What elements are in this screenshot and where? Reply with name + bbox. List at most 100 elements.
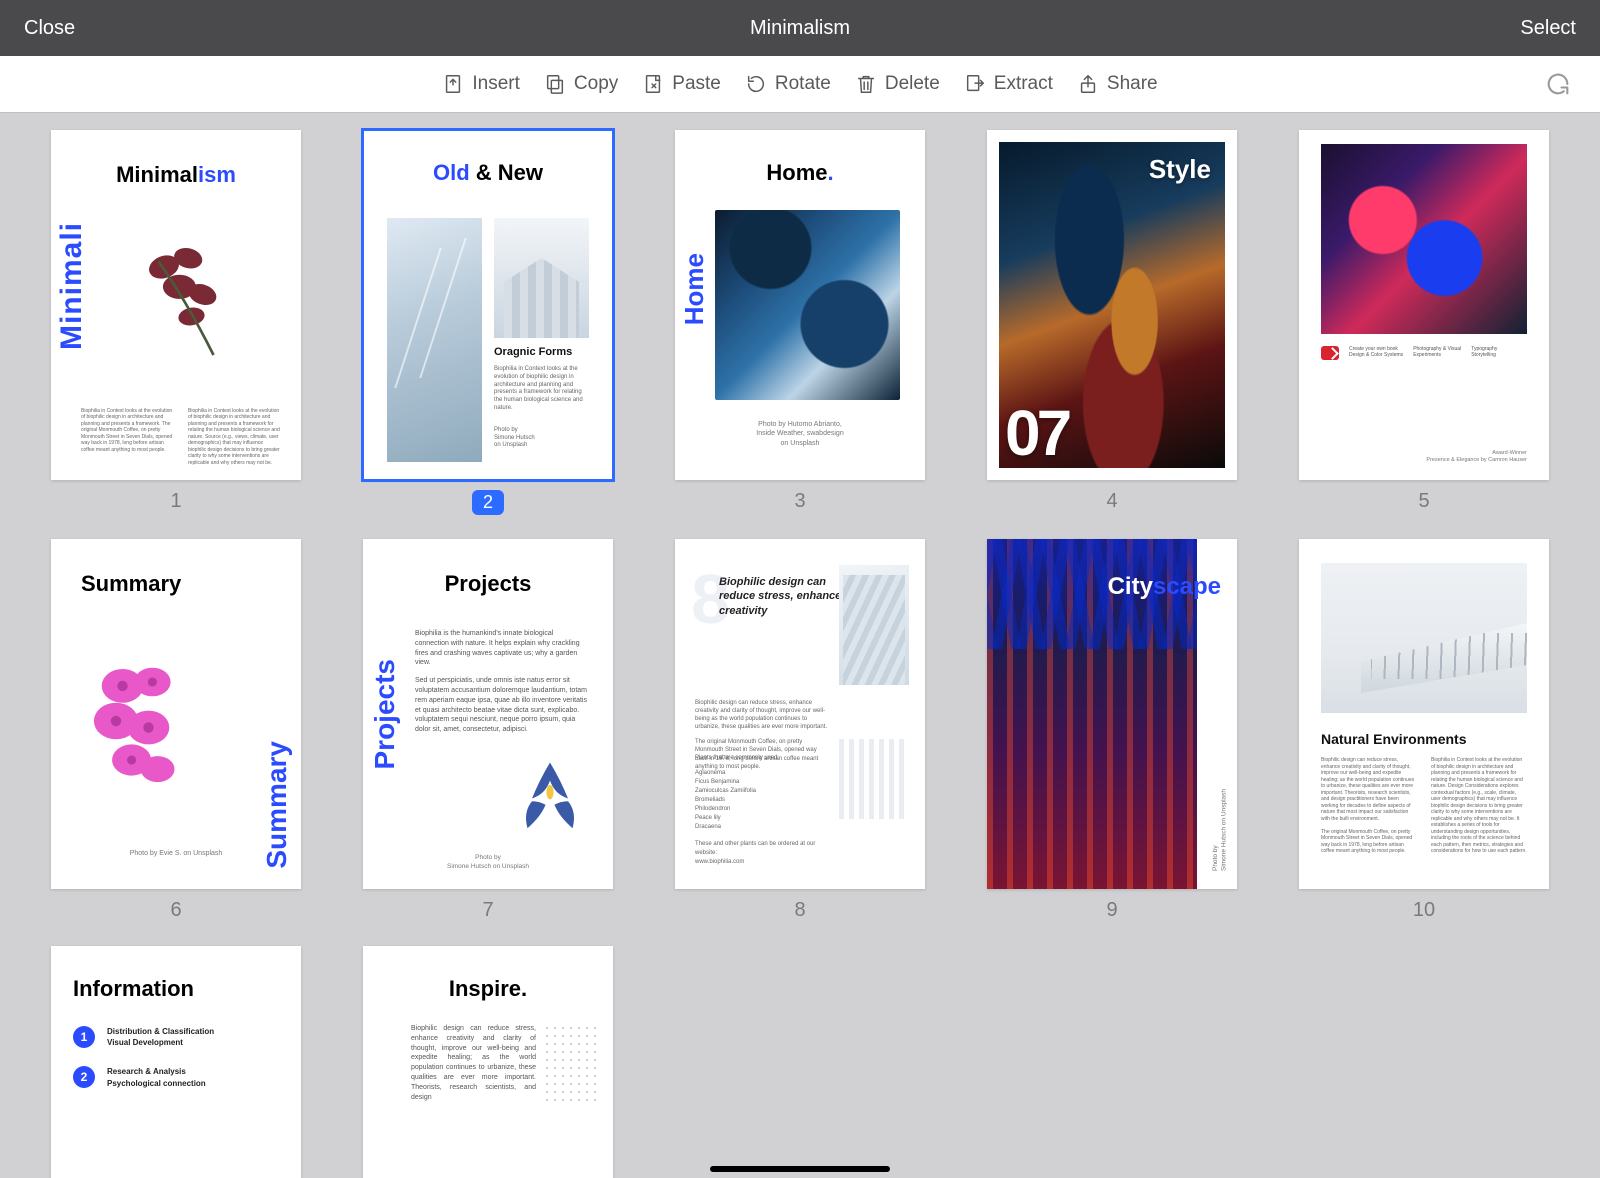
neon-abstract-image bbox=[1321, 144, 1527, 334]
share-button[interactable]: Share bbox=[1077, 73, 1158, 95]
undo-icon bbox=[1544, 70, 1572, 98]
info-row: Create your own book Design & Color Syst… bbox=[1321, 346, 1527, 360]
share-icon bbox=[1077, 73, 1099, 95]
page-cell-11: Information ation 1Distribution & Classi… bbox=[40, 946, 312, 1178]
paste-button[interactable]: Paste bbox=[642, 73, 721, 95]
abstract-image bbox=[715, 210, 900, 400]
description: Biophilia in Context looks at the evolut… bbox=[494, 366, 589, 413]
page-title: Inspire. bbox=[363, 976, 613, 1002]
page-thumbnail-6[interactable]: Summary Summary Photo by Evie S. on Unsp… bbox=[51, 539, 301, 889]
page-number-selected: 2 bbox=[472, 490, 504, 515]
rose-image bbox=[131, 230, 241, 370]
copy-icon bbox=[544, 73, 566, 95]
page-number: 4 bbox=[1106, 490, 1117, 513]
page-title: Minimalism bbox=[51, 162, 301, 188]
copy-button[interactable]: Copy bbox=[544, 73, 618, 95]
paste-label: Paste bbox=[672, 73, 721, 95]
orchid-image bbox=[77, 649, 207, 819]
page-title: Old & New bbox=[363, 160, 613, 186]
photo-credit: Photo by Simone Hutsch on Unsplash bbox=[363, 854, 613, 871]
page-cell-1: Minimalism Minimali Biophilia in Context… bbox=[40, 130, 312, 515]
subtitle: Oragnic Forms bbox=[494, 346, 589, 358]
architecture-image-right bbox=[494, 218, 589, 338]
share-label: Share bbox=[1107, 73, 1158, 95]
dot-pattern bbox=[543, 1024, 599, 1104]
plant-list: Plants that are commonly used: Aglaonema… bbox=[695, 754, 835, 867]
page-title: Summary bbox=[81, 571, 181, 597]
extract-label: Extract bbox=[994, 73, 1053, 95]
page-thumbnail-7[interactable]: Projects Projects Biophilia is the human… bbox=[363, 539, 613, 889]
page-big-number: 07 bbox=[1005, 396, 1068, 470]
insert-label: Insert bbox=[472, 73, 520, 95]
style-label: Style bbox=[1149, 154, 1211, 185]
toolbar: Insert Copy Paste Rotate Delete Extract … bbox=[0, 56, 1600, 112]
title-bar: Close Minimalism Select bbox=[0, 0, 1600, 56]
photo-credit: Photo by Simone Hutsch on Unsplash bbox=[494, 427, 589, 450]
page-cell-2: Old & New Oragnic Forms Biophilia in Con… bbox=[352, 130, 624, 515]
page-grid: Minimalism Minimali Biophilia in Context… bbox=[0, 112, 1600, 1178]
page-thumbnail-9[interactable]: Cityscape Photo by Simone Hutsch on Unsp… bbox=[987, 539, 1237, 889]
page-cell-4: Style 07 4 bbox=[976, 130, 1248, 515]
airplane-image bbox=[1321, 563, 1527, 713]
extract-icon bbox=[964, 73, 986, 95]
page-number: 10 bbox=[1413, 899, 1435, 922]
page-thumbnail-2[interactable]: Old & New Oragnic Forms Biophilia in Con… bbox=[363, 130, 613, 480]
page-cell-10: Natural Environments Biophilic design ca… bbox=[1288, 539, 1560, 922]
page-title: Information bbox=[73, 976, 194, 1002]
body-columns: Biophilia in Context looks at the evolut… bbox=[81, 408, 281, 467]
delete-button[interactable]: Delete bbox=[855, 73, 940, 95]
rotate-button[interactable]: Rotate bbox=[745, 73, 831, 95]
page-thumbnail-10[interactable]: Natural Environments Biophilic design ca… bbox=[1299, 539, 1549, 889]
caption: Award-Winner Presence & Elegance by Camr… bbox=[1426, 450, 1527, 464]
page-thumbnail-3[interactable]: Home. Home Photo by Hutomo Abrianto, Ins… bbox=[675, 130, 925, 480]
page-cell-9: Cityscape Photo by Simone Hutsch on Unsp… bbox=[976, 539, 1248, 922]
select-button[interactable]: Select bbox=[1520, 17, 1576, 40]
photo-credit: Photo by Evie S. on Unsplash bbox=[51, 850, 301, 857]
close-button[interactable]: Close bbox=[24, 17, 75, 40]
page-number: 5 bbox=[1418, 490, 1429, 513]
page-number: 9 bbox=[1106, 899, 1117, 922]
rotate-label: Rotate bbox=[775, 73, 831, 95]
page-thumbnail-5[interactable]: Create your own book Design & Color Syst… bbox=[1299, 130, 1549, 480]
page-cell-6: Summary Summary Photo by Evie S. on Unsp… bbox=[40, 539, 312, 922]
page-thumbnail-1[interactable]: Minimalism Minimali Biophilia in Context… bbox=[51, 130, 301, 480]
architecture-image-left bbox=[387, 218, 482, 462]
page-cell-3: Home. Home Photo by Hutomo Abrianto, Ins… bbox=[664, 130, 936, 515]
photo-credit: Photo by Simone Hutsch on Unsplash bbox=[1212, 789, 1229, 871]
page-number: 6 bbox=[170, 899, 181, 922]
page-cell-5: Create your own book Design & Color Syst… bbox=[1288, 130, 1560, 515]
side-text: Home bbox=[679, 253, 710, 325]
arch-image bbox=[839, 565, 909, 685]
body-text: Biophilic design can reduce stress, enha… bbox=[411, 1024, 536, 1102]
page-title: Home. bbox=[675, 160, 925, 186]
page-thumbnail-12[interactable]: Inspire. ire Biophilic design can reduce… bbox=[363, 946, 613, 1178]
page-number: 7 bbox=[482, 899, 493, 922]
page-cell-12: Inspire. ire Biophilic design can reduce… bbox=[352, 946, 624, 1178]
extract-button[interactable]: Extract bbox=[964, 73, 1053, 95]
insert-icon bbox=[442, 73, 464, 95]
page-thumbnail-4[interactable]: Style 07 bbox=[987, 130, 1237, 480]
photo-credit: Photo by Hutomo Abrianto, Inside Weather… bbox=[675, 420, 925, 448]
page-number: 1 bbox=[170, 490, 181, 513]
numbered-list: 1Distribution & ClassificationVisual Dev… bbox=[73, 1026, 251, 1107]
iris-image bbox=[505, 749, 595, 839]
side-text: Projects bbox=[369, 659, 401, 770]
delete-label: Delete bbox=[885, 73, 940, 95]
page-cell-7: Projects Projects Biophilia is the human… bbox=[352, 539, 624, 922]
body-text: Biophilia is the humankind's innate biol… bbox=[415, 629, 589, 743]
trash-icon bbox=[855, 73, 877, 95]
home-indicator bbox=[710, 1166, 890, 1172]
page-number: 8 bbox=[794, 899, 805, 922]
page-number: 3 bbox=[794, 490, 805, 513]
page-thumbnail-11[interactable]: Information ation 1Distribution & Classi… bbox=[51, 946, 301, 1178]
undo-button[interactable] bbox=[1544, 70, 1572, 98]
copy-label: Copy bbox=[574, 73, 618, 95]
quote: Biophilic design can reduce stress, enha… bbox=[719, 575, 849, 618]
document-title: Minimalism bbox=[750, 17, 850, 40]
insert-button[interactable]: Insert bbox=[442, 73, 520, 95]
paste-icon bbox=[642, 73, 664, 95]
page-thumbnail-8[interactable]: 8 Biophilic design can reduce stress, en… bbox=[675, 539, 925, 889]
page-title: Cityscape bbox=[1108, 573, 1221, 601]
rotate-icon bbox=[745, 73, 767, 95]
heading: Natural Environments bbox=[1321, 731, 1466, 747]
